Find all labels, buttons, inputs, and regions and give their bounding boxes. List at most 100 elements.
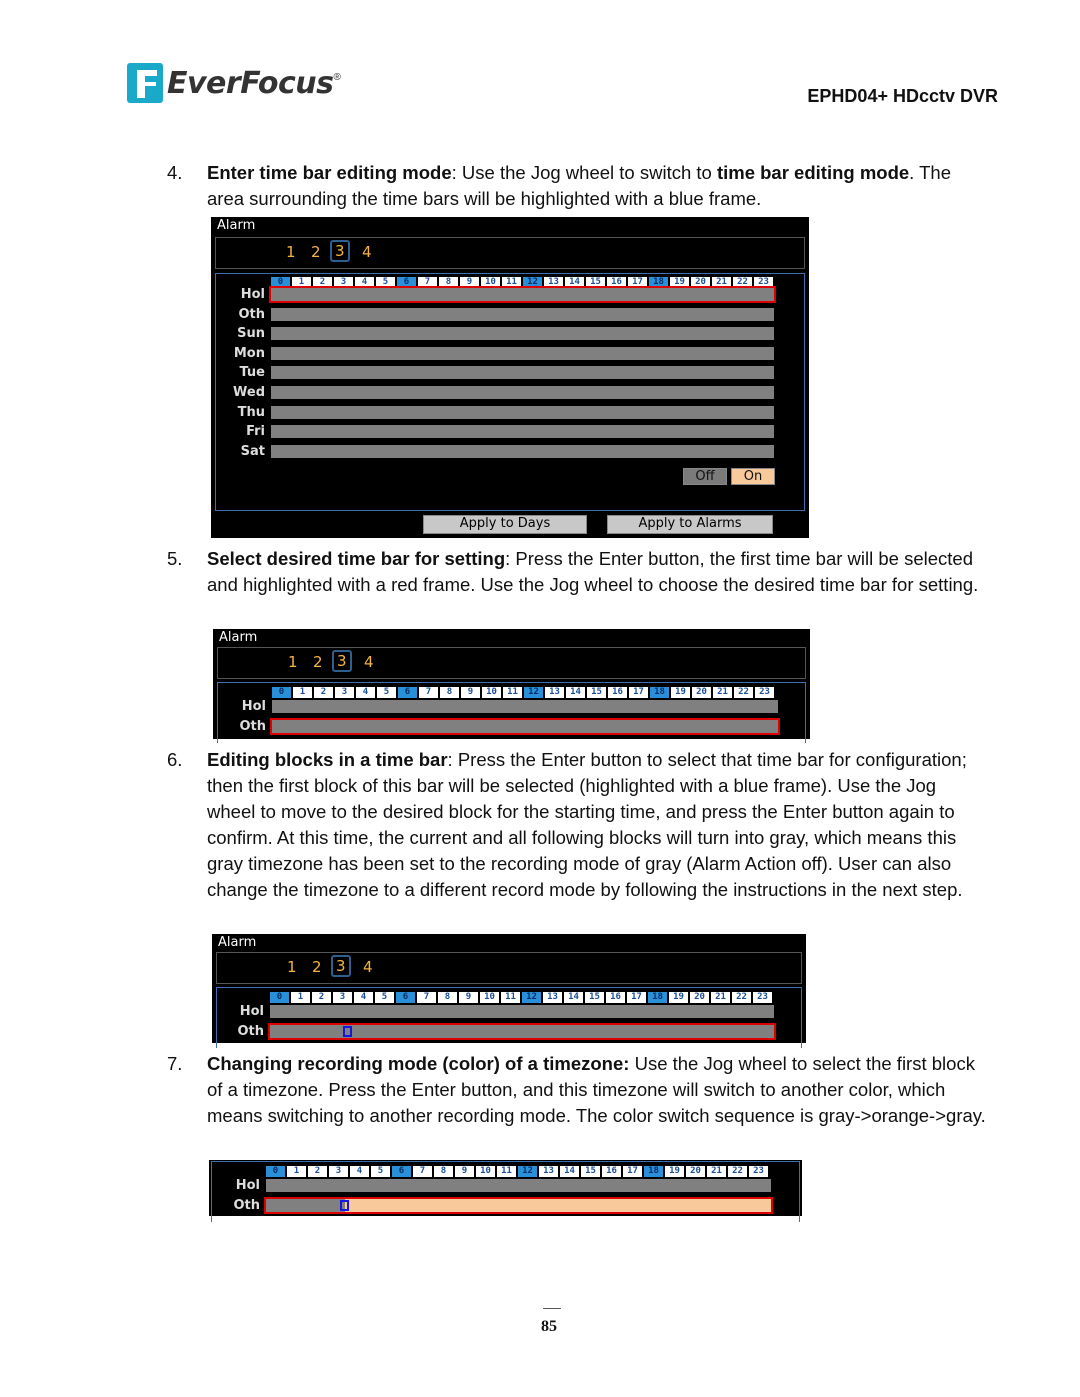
registered-mark: ®: [333, 71, 341, 83]
time-bar-hol[interactable]: [272, 700, 778, 713]
hour-cell-20: 20: [690, 992, 709, 1003]
block-cursor[interactable]: [343, 1026, 352, 1037]
logo-icon: [127, 63, 163, 103]
hour-cell-5: 5: [371, 1166, 390, 1177]
time-bar-sun[interactable]: [271, 327, 774, 341]
hour-cell-19: 19: [671, 687, 690, 698]
hour-cell-15: 15: [586, 277, 605, 288]
hour-cell-12: 12: [524, 687, 543, 698]
footer-divider: [543, 1308, 561, 1309]
hour-cell-7: 7: [417, 992, 436, 1003]
alarm-tab-3[interactable]: 3: [330, 240, 350, 262]
block-cursor[interactable]: [340, 1200, 349, 1211]
alarm-tab-2[interactable]: 2: [313, 653, 323, 671]
everfocus-logo: EverFocus ®: [127, 63, 341, 103]
hour-cell-9: 9: [455, 1166, 474, 1177]
hour-cell-17: 17: [627, 992, 646, 1003]
hour-cell-15: 15: [587, 687, 606, 698]
hour-cell-4: 4: [356, 687, 375, 698]
time-bar-thu[interactable]: [271, 405, 774, 419]
step-5: 5. Select desired time bar for setting: …: [167, 546, 987, 598]
hour-cell-15: 15: [585, 992, 604, 1003]
step-heading: Enter time bar editing mode: [207, 162, 452, 183]
page-number: 85: [541, 1318, 557, 1335]
hour-cell-3: 3: [329, 1166, 348, 1177]
time-bar-hol[interactable]: [270, 1005, 774, 1018]
hour-cell-14: 14: [566, 687, 585, 698]
alarm-tab-4[interactable]: 4: [364, 653, 374, 671]
on-button[interactable]: On: [731, 468, 775, 485]
hour-cell-6: 6: [392, 1166, 411, 1177]
step-heading: Editing blocks in a time bar: [207, 749, 448, 770]
off-button[interactable]: Off: [683, 468, 727, 485]
time-bar-oth-selected[interactable]: [270, 718, 780, 735]
hour-cell-22: 22: [732, 992, 751, 1003]
hour-cell-8: 8: [434, 1166, 453, 1177]
row-label-hol: Hol: [241, 699, 266, 714]
hour-cell-8: 8: [438, 992, 457, 1003]
hour-cell-7: 7: [413, 1166, 432, 1177]
alarm-schedule-screen-edit-blocks: Alarm 1 2 3 4 0 1 2 3 4 5 6 7 8 9 10 11 12 13 14 15 16 17…: [212, 934, 806, 1048]
hour-cell-19: 19: [669, 992, 688, 1003]
time-bar-tue[interactable]: [271, 366, 774, 380]
alarm-tab-1[interactable]: 1: [288, 653, 298, 671]
hour-cell-23: 23: [749, 1166, 768, 1177]
apply-to-days-button[interactable]: Apply to Days: [423, 515, 587, 534]
alarm-tab-1[interactable]: 1: [286, 243, 296, 261]
hour-cell-17: 17: [628, 277, 647, 288]
screen-title: Alarm: [219, 630, 258, 645]
hour-cell-9: 9: [459, 992, 478, 1003]
row-label-sun: Sun: [237, 326, 265, 342]
hour-cell-10: 10: [481, 277, 500, 288]
time-bar-hol[interactable]: [269, 286, 776, 303]
hour-cell-7: 7: [419, 687, 438, 698]
time-bar-hol[interactable]: [266, 1179, 771, 1192]
time-bar-oth[interactable]: [271, 307, 774, 321]
alarm-tab-4[interactable]: 4: [362, 243, 372, 261]
alarm-tab-1[interactable]: 1: [287, 958, 297, 976]
hour-cell-5: 5: [377, 687, 396, 698]
hour-cell-2: 2: [313, 277, 332, 288]
hour-cell-6: 6: [398, 687, 417, 698]
hour-cell-16: 16: [606, 992, 625, 1003]
hour-header: 0 1 2 3 4 5 6 7 8 9 10 11 12 13 14 15 16 17 18 19 20 21 22 23: [270, 992, 774, 1003]
alarm-tab-4[interactable]: 4: [363, 958, 373, 976]
hour-cell-5: 5: [375, 992, 394, 1003]
step-number: 4.: [167, 162, 183, 183]
apply-to-alarms-button[interactable]: Apply to Alarms: [607, 515, 773, 534]
hour-cell-1: 1: [292, 277, 311, 288]
row-label-hol: Hol: [240, 287, 265, 302]
hour-cell-18: 18: [650, 687, 669, 698]
time-bar-sat[interactable]: [271, 444, 774, 458]
hour-cell-10: 10: [480, 992, 499, 1003]
hour-cell-0: 0: [270, 992, 289, 1003]
time-bar-mon[interactable]: [271, 346, 774, 360]
hour-cell-23: 23: [754, 277, 773, 288]
hour-cell-15: 15: [581, 1166, 600, 1177]
hour-cell-1: 1: [293, 687, 312, 698]
alarm-selector: 1 2 3 4: [215, 237, 805, 269]
logo-text: EverFocus: [167, 65, 334, 101]
row-label-oth: Oth: [238, 306, 265, 322]
row-label-hol: Hol: [235, 1178, 260, 1193]
hour-cell-5: 5: [376, 277, 395, 288]
alarm-tab-3[interactable]: 3: [332, 650, 352, 672]
hour-cell-4: 4: [354, 992, 373, 1003]
hour-header: 0 1 2 3 4 5 6 7 8 9 10 11 12 13 14 15 16 17 18 19 20 21 22 23: [272, 687, 776, 698]
hour-cell-18: 18: [649, 277, 668, 288]
hour-cell-12: 12: [518, 1166, 537, 1177]
hour-cell-1: 1: [291, 992, 310, 1003]
alarm-tab-2[interactable]: 2: [311, 243, 321, 261]
hour-cell-6: 6: [396, 992, 415, 1003]
alarm-tab-2[interactable]: 2: [312, 958, 322, 976]
time-bar-fri[interactable]: [271, 425, 774, 439]
screen-title: Alarm: [218, 935, 257, 950]
time-bar-wed[interactable]: [271, 386, 774, 399]
hour-cell-8: 8: [440, 687, 459, 698]
hour-cell-11: 11: [503, 687, 522, 698]
hour-cell-20: 20: [692, 687, 711, 698]
hour-cell-13: 13: [545, 687, 564, 698]
hour-cell-13: 13: [544, 277, 563, 288]
hour-header: 0 1 2 3 4 5 6 7 8 9 10 11 12 13 14 15 16 17 18 19 20 21 22 23: [271, 277, 775, 288]
alarm-tab-3[interactable]: 3: [331, 955, 351, 977]
